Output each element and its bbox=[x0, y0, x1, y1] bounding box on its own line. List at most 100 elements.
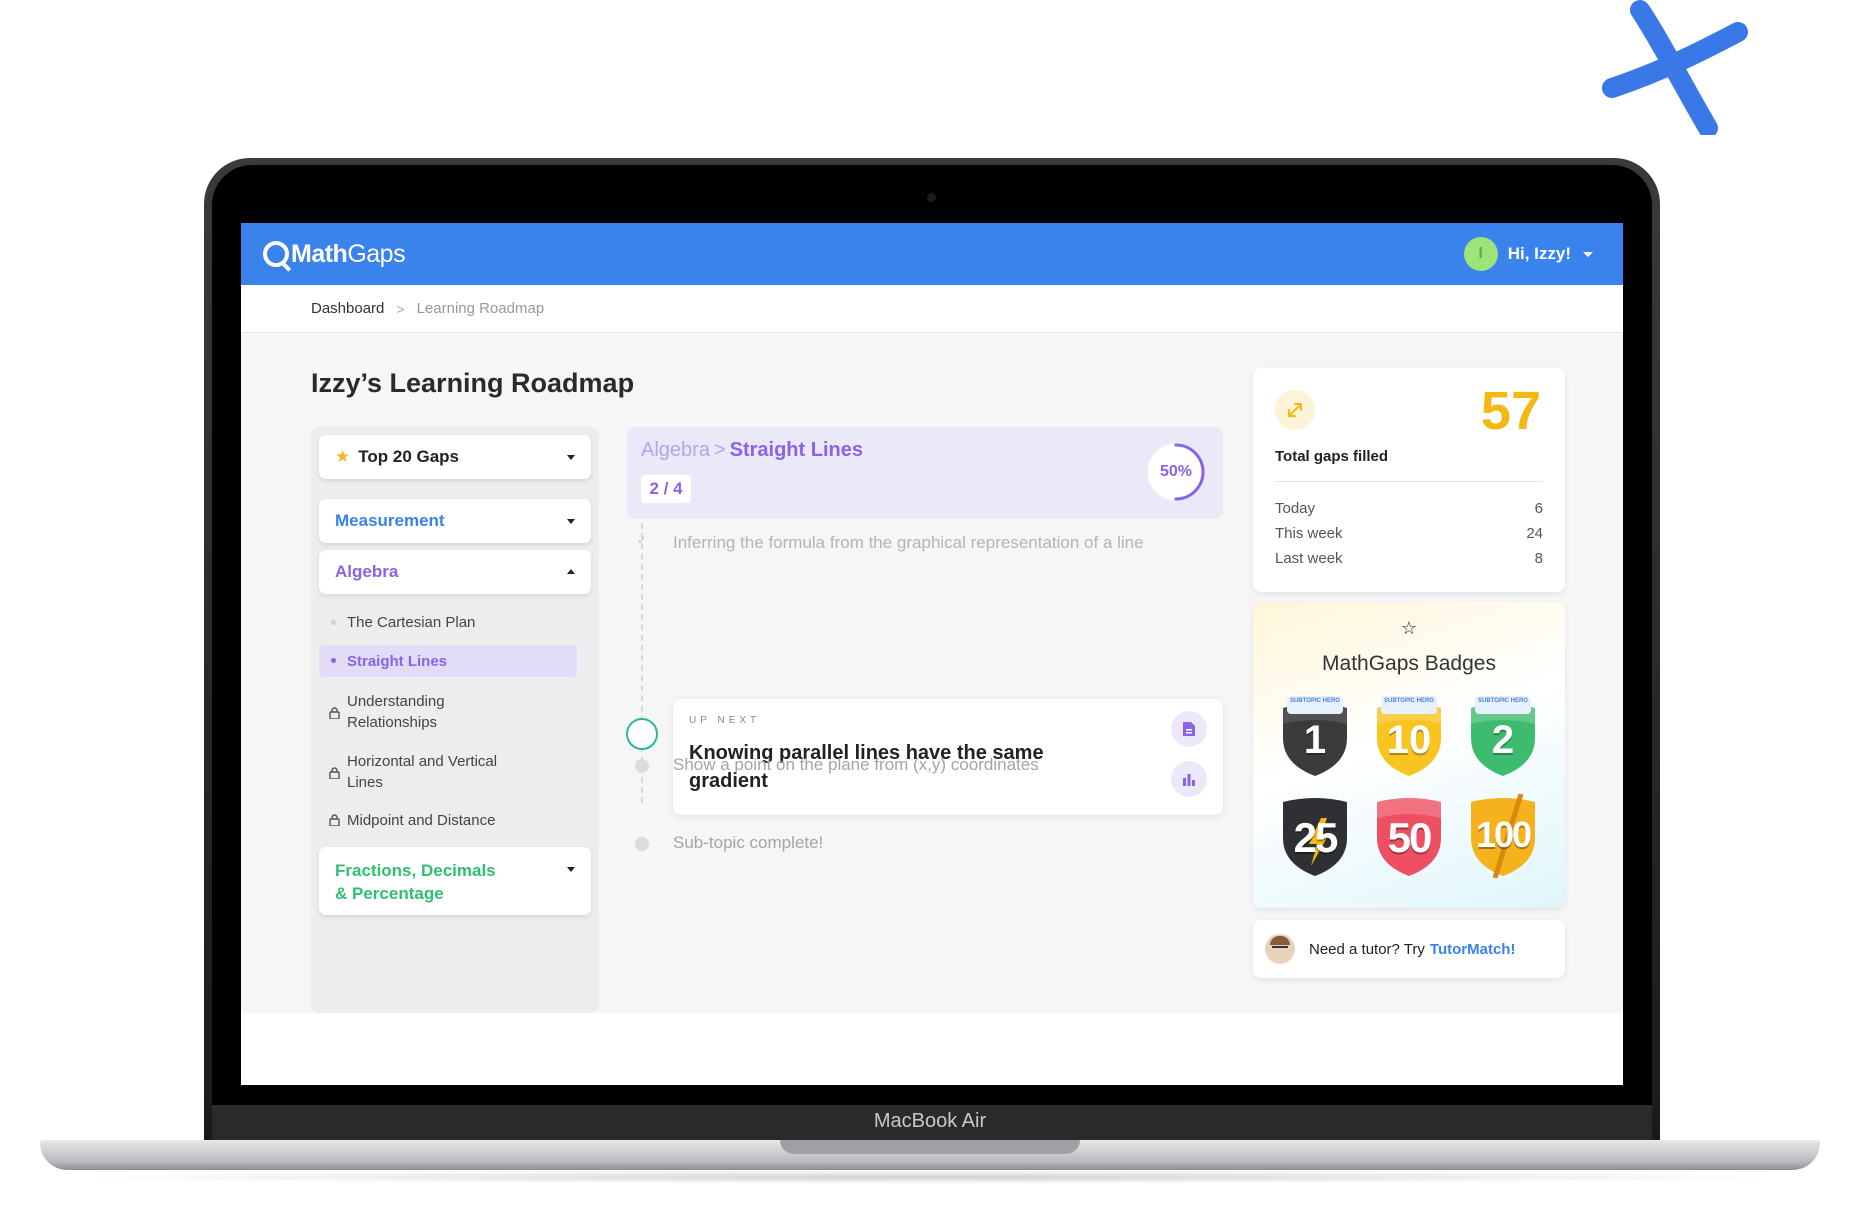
main-content: Izzy’s Learning Roadmap ★ Top 20 Gaps Me… bbox=[241, 333, 1623, 1013]
lock-icon bbox=[329, 814, 340, 826]
tutor-promo[interactable]: Need a tutor? Try TutorMatch! bbox=[1253, 920, 1565, 978]
decorative-x-mark bbox=[1602, 0, 1748, 135]
star-outline-icon: ☆ bbox=[1400, 618, 1418, 638]
subtopic-midpoint-distance[interactable]: Midpoint and Distance bbox=[319, 808, 577, 833]
stats-row-label: Last week bbox=[1275, 550, 1343, 567]
top-gaps-label-wrap: ★ Top 20 Gaps bbox=[335, 447, 459, 467]
badge-number: 100 bbox=[1475, 814, 1532, 855]
breadcrumb-current: Learning Roadmap bbox=[416, 300, 545, 317]
topic-measurement[interactable]: Measurement bbox=[319, 499, 591, 543]
topic-label-line1: Fractions, Decimals bbox=[335, 861, 496, 880]
divider bbox=[1275, 481, 1543, 482]
topic-label: Algebra bbox=[335, 562, 399, 581]
user-menu[interactable]: I Hi, Izzy! bbox=[1463, 237, 1593, 271]
progress-percent: 50% bbox=[1159, 463, 1193, 480]
top-gaps-dropdown[interactable]: ★ Top 20 Gaps bbox=[319, 435, 591, 479]
progress-count: 2 / 4 bbox=[641, 475, 691, 503]
badge-milestone-50: 50 bbox=[1371, 794, 1447, 878]
subtopic-breadcrumb: Algebra > Straight Lines bbox=[641, 439, 863, 462]
expand-arrows-icon bbox=[1275, 390, 1315, 430]
logo[interactable]: Math Gaps bbox=[263, 239, 406, 269]
topic-label-wrap: Fractions, Decimals & Percentage bbox=[335, 859, 496, 905]
check-icon: ✓ bbox=[636, 533, 648, 547]
chevron-down-icon bbox=[1583, 251, 1593, 257]
badge-subtopic-1: SUBTOPIC HERO 1 bbox=[1277, 694, 1353, 778]
stats-row-last-week: Last week 8 bbox=[1275, 550, 1543, 567]
badge-number: 50 bbox=[1387, 814, 1433, 861]
subtopic-cartesian-plan[interactable]: The Cartesian Plan bbox=[319, 610, 577, 635]
up-next-label: UP NEXT bbox=[689, 715, 761, 726]
subtopic-straight-lines[interactable]: Straight Lines bbox=[319, 645, 577, 677]
stats-row-value: 8 bbox=[1534, 550, 1543, 567]
step-marker bbox=[635, 837, 649, 851]
badge-tag: SUBTOPIC HERO bbox=[1475, 696, 1531, 714]
badge-tag: SUBTOPIC HERO bbox=[1381, 696, 1437, 714]
chevron-right-icon: > bbox=[396, 300, 405, 317]
subtopic-label-line2: Relationships bbox=[347, 714, 438, 731]
badge-number: 1 bbox=[1303, 718, 1327, 762]
final-step: Sub-topic complete! bbox=[673, 833, 824, 852]
device-label: MacBook Air bbox=[873, 1110, 987, 1132]
next-step: Show a point on the plane from (x,y) coo… bbox=[673, 755, 1039, 774]
lock-icon bbox=[329, 767, 340, 779]
lesson-stats-button[interactable] bbox=[1171, 761, 1207, 797]
subtopic-understanding-relationships[interactable]: Understanding Relationships bbox=[319, 689, 577, 739]
badge-number: 2 bbox=[1491, 718, 1515, 762]
top-gaps-label: Top 20 Gaps bbox=[358, 447, 460, 466]
subtopic-label-line2: Lines bbox=[347, 774, 383, 791]
subtopic-label: Straight Lines bbox=[347, 653, 448, 670]
badge-milestone-25: 25 bbox=[1277, 794, 1353, 878]
stats-row-value: 24 bbox=[1526, 525, 1543, 542]
gaps-stats-card: 57 Total gaps filled Today 6 This week 2… bbox=[1253, 368, 1565, 592]
badge-milestone-100: 100 bbox=[1465, 793, 1541, 879]
topic-fractions-decimals-percentage[interactable]: Fractions, Decimals & Percentage bbox=[319, 847, 591, 915]
crumb-separator: > bbox=[713, 439, 726, 461]
breadcrumb-dashboard[interactable]: Dashboard bbox=[311, 300, 384, 317]
topic-algebra[interactable]: Algebra bbox=[319, 550, 591, 594]
subtopic-label: Midpoint and Distance bbox=[347, 812, 496, 829]
camera-dot bbox=[927, 193, 936, 202]
subtopic-label: The Cartesian Plan bbox=[347, 614, 476, 631]
bullet-icon bbox=[331, 620, 336, 625]
chevron-down-icon bbox=[567, 455, 575, 460]
topic-label-line2: & Percentage bbox=[335, 884, 444, 903]
crumb-subtopic: Straight Lines bbox=[729, 439, 863, 461]
star-icon: ★ bbox=[335, 447, 351, 466]
chevron-up-icon bbox=[567, 569, 575, 574]
document-icon bbox=[1183, 722, 1195, 736]
badge-subtopic-10: SUBTOPIC HERO 10 bbox=[1371, 694, 1447, 778]
badge-subtopic-2: SUBTOPIC HERO 2 bbox=[1465, 694, 1541, 778]
stats-row-label: Today bbox=[1275, 500, 1316, 517]
stats-row-this-week: This week 24 bbox=[1275, 525, 1543, 542]
logo-text-regular: Gaps bbox=[347, 239, 406, 268]
chevron-down-icon bbox=[567, 519, 575, 524]
tutor-avatar bbox=[1265, 934, 1295, 964]
avatar: I bbox=[1463, 237, 1498, 271]
tutormatch-link[interactable]: TutorMatch! bbox=[1430, 941, 1516, 958]
badges-card[interactable]: ☆ MathGaps Badges SUBTOPIC HERO 1 SUBTOP… bbox=[1253, 602, 1565, 908]
laptop-shadow bbox=[60, 1170, 1800, 1184]
breadcrumb: Dashboard > Learning Roadmap bbox=[241, 285, 1623, 333]
completed-step[interactable]: Inferring the formula from the graphical… bbox=[673, 529, 1213, 556]
chart-icon bbox=[1183, 774, 1195, 786]
bullet-icon bbox=[331, 658, 336, 663]
magnifier-logo-icon bbox=[263, 241, 289, 267]
topic-label: Measurement bbox=[335, 511, 445, 530]
tutor-text: Need a tutor? Try bbox=[1309, 940, 1425, 958]
page-title: Izzy’s Learning Roadmap bbox=[311, 368, 635, 398]
crumb-topic[interactable]: Algebra bbox=[641, 439, 710, 461]
subtopic-horizontal-vertical-lines[interactable]: Horizontal and Vertical Lines bbox=[319, 749, 577, 799]
total-gaps-number: 57 bbox=[1480, 381, 1541, 441]
topic-sidebar: ★ Top 20 Gaps Measurement Algebra The Ca… bbox=[311, 427, 599, 1013]
subtopic-header: Algebra > Straight Lines 2 / 4 50% bbox=[627, 427, 1223, 519]
logo-text-bold: Math bbox=[291, 239, 348, 268]
badge-number: 25 bbox=[1293, 814, 1339, 861]
badges-title: MathGaps Badges bbox=[1322, 652, 1496, 675]
lock-icon bbox=[329, 707, 340, 719]
badge-tag: SUBTOPIC HERO bbox=[1287, 696, 1343, 714]
lesson-document-button[interactable] bbox=[1171, 711, 1207, 747]
step-marker bbox=[635, 759, 649, 773]
laptop-notch bbox=[780, 1140, 1080, 1154]
stats-row-today: Today 6 bbox=[1275, 500, 1543, 517]
current-step-marker bbox=[626, 718, 658, 750]
